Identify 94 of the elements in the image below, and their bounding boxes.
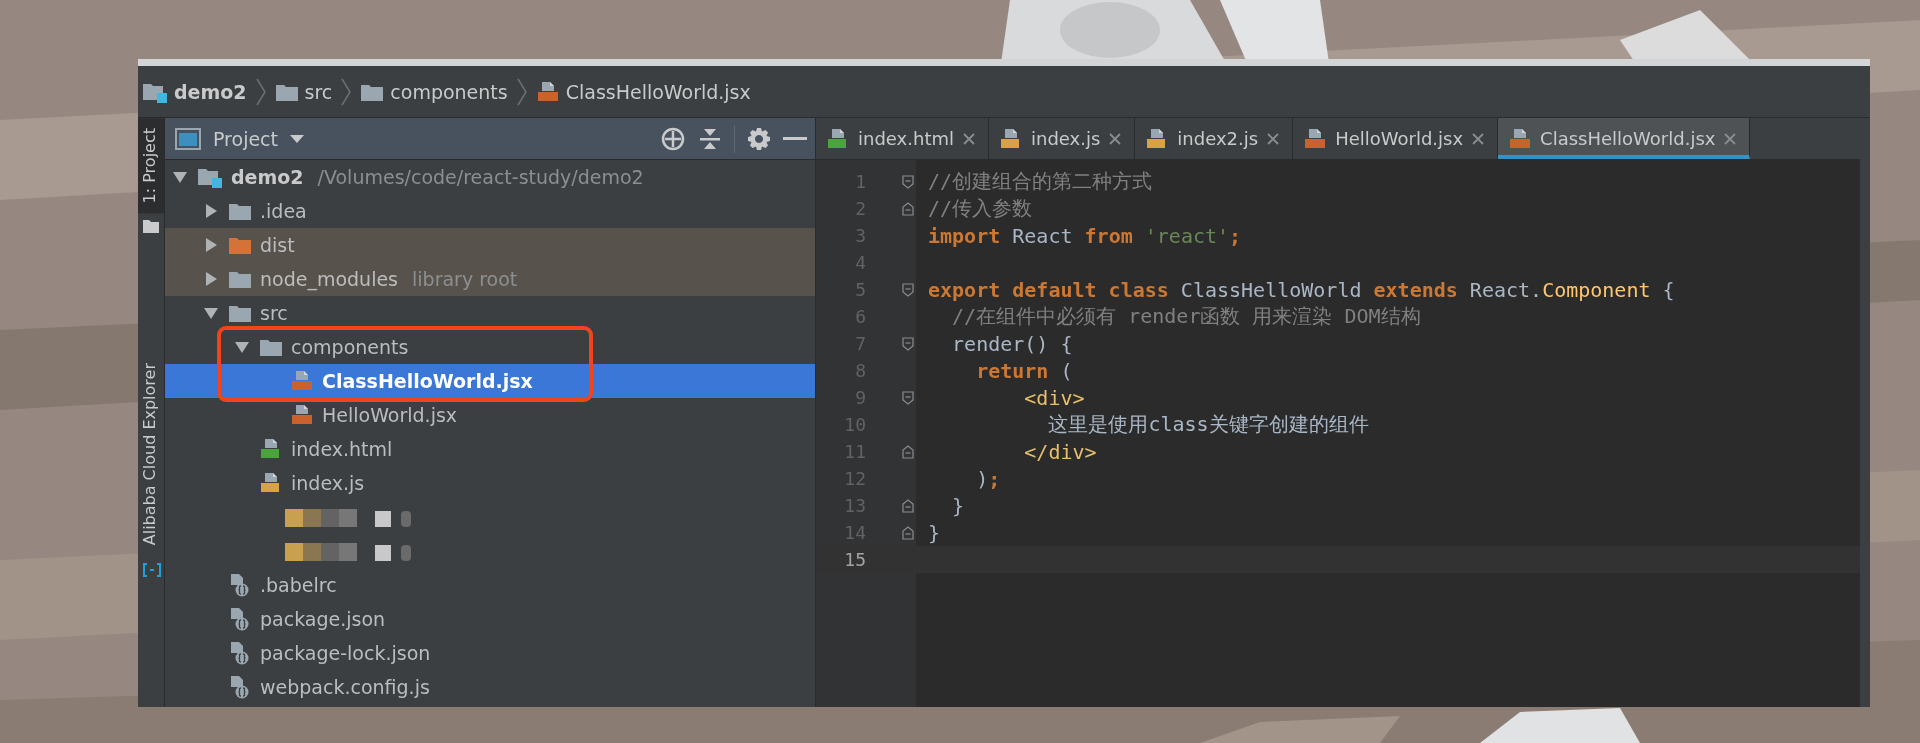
fold-marker-icon[interactable] bbox=[902, 282, 914, 297]
tree-row[interactable]: package.json bbox=[165, 602, 815, 636]
editor-tab[interactable]: index2.js bbox=[1135, 118, 1294, 159]
folder-icon bbox=[228, 235, 252, 255]
tree-row[interactable]: src bbox=[165, 296, 815, 330]
tree-row[interactable]: HelloWorld.jsx bbox=[165, 398, 815, 432]
tool-window-tab[interactable]: Alibaba Cloud Explorer bbox=[138, 353, 164, 556]
fold-marker-icon[interactable] bbox=[902, 201, 914, 216]
collapse-arrow-icon[interactable] bbox=[204, 203, 218, 219]
tree-row[interactable]: node_modules library root bbox=[165, 262, 815, 296]
tree-row[interactable]: demo2 /Volumes/code/react-study/demo2 bbox=[165, 160, 815, 194]
module-folder-icon bbox=[197, 166, 223, 188]
code-line: //创建组合的第二种方式 bbox=[927, 168, 1153, 195]
folder-icon bbox=[143, 219, 159, 234]
breadcrumb-item[interactable]: demo2 bbox=[174, 80, 247, 103]
folder-icon bbox=[259, 337, 283, 357]
code-line: </div> bbox=[1023, 439, 1097, 464]
file-name: .babelrc bbox=[260, 574, 337, 596]
code-line: export default class ClassHelloWorld extends React.Component { bbox=[927, 277, 1675, 302]
code-line: //传入参数 bbox=[927, 195, 1033, 222]
close-icon[interactable] bbox=[1108, 131, 1123, 146]
chevron-icon bbox=[254, 76, 267, 107]
file-name: index.js bbox=[291, 472, 365, 494]
expand-arrow-icon[interactable] bbox=[172, 170, 188, 184]
code-line: } bbox=[927, 520, 941, 545]
fold-marker-icon[interactable] bbox=[902, 336, 914, 351]
project-view-icon bbox=[175, 127, 201, 150]
tree-row[interactable]: index.html bbox=[165, 432, 815, 466]
close-icon[interactable] bbox=[961, 131, 976, 146]
fold-marker-icon[interactable] bbox=[902, 525, 914, 540]
tree-row[interactable]: webpack.config.js bbox=[165, 670, 815, 704]
tool-window-tab[interactable]: 1: Project bbox=[138, 118, 164, 214]
code-line: return ( bbox=[975, 358, 1073, 383]
file-name: node_modules bbox=[260, 268, 399, 290]
code-line: //在组件中必须有 render函数 用来渲染 DOM结构 bbox=[951, 303, 1421, 330]
file-name: components bbox=[291, 336, 409, 358]
collapse-arrow-icon[interactable] bbox=[204, 237, 218, 253]
tree-row[interactable]: index.js bbox=[165, 466, 815, 500]
dropdown-caret-icon[interactable] bbox=[290, 133, 304, 144]
file-name: ClassHelloWorld.jsx bbox=[322, 370, 533, 392]
tree-row[interactable]: dist bbox=[165, 228, 815, 262]
minimize-icon[interactable] bbox=[783, 136, 807, 141]
fold-marker-icon[interactable] bbox=[902, 390, 914, 405]
close-icon[interactable] bbox=[1723, 131, 1738, 146]
file-name: webpack.config.js bbox=[260, 676, 430, 698]
editor-tab[interactable]: ClassHelloWorld.jsx bbox=[1498, 118, 1751, 159]
jsx-file-icon bbox=[290, 404, 314, 426]
jsx-file-icon bbox=[290, 370, 314, 392]
file-name: package.json bbox=[260, 608, 386, 630]
path-hint: library root bbox=[412, 268, 518, 290]
jsx-file-icon bbox=[1303, 127, 1328, 150]
expand-arrow-icon[interactable] bbox=[203, 306, 219, 320]
jsx-file-icon bbox=[1508, 127, 1533, 150]
panel-title[interactable]: Project bbox=[213, 127, 278, 150]
file-name: package-lock.json bbox=[260, 642, 431, 664]
file-name: HelloWorld.jsx bbox=[322, 404, 458, 426]
code-line: <div> bbox=[1023, 385, 1085, 410]
fold-marker-icon[interactable] bbox=[902, 498, 914, 513]
crosshair-icon[interactable] bbox=[660, 125, 686, 152]
file-name: demo2 bbox=[231, 166, 304, 188]
file-name: src bbox=[260, 302, 288, 324]
breadcrumb-item[interactable]: src bbox=[304, 80, 333, 103]
collapse-all-icon[interactable] bbox=[698, 126, 722, 151]
jsx-file-icon bbox=[535, 80, 560, 103]
line-number: 15 bbox=[843, 549, 866, 570]
tree-row[interactable]: .babelrc bbox=[165, 568, 815, 602]
code-line: ); bbox=[975, 466, 1001, 491]
path-hint: /Volumes/code/react-study/demo2 bbox=[317, 166, 644, 188]
settings-icon[interactable] bbox=[747, 126, 771, 151]
close-icon[interactable] bbox=[1266, 131, 1281, 146]
fold-marker-icon[interactable] bbox=[902, 444, 914, 459]
code-line: 这里是使用class关键字创建的组件 bbox=[1047, 411, 1369, 438]
chevron-icon bbox=[340, 76, 353, 107]
fold-marker-icon[interactable] bbox=[902, 174, 914, 189]
editor-tab[interactable]: index.js bbox=[988, 118, 1136, 159]
folder-icon bbox=[228, 269, 252, 289]
collapse-arrow-icon[interactable] bbox=[204, 271, 218, 287]
file-name: index.html bbox=[291, 438, 393, 460]
code-line: } bbox=[951, 493, 965, 518]
code-line: import React from 'react'; bbox=[927, 223, 1242, 248]
close-icon[interactable] bbox=[1471, 131, 1486, 146]
code-line: render() { bbox=[951, 331, 1073, 356]
chevron-icon bbox=[515, 76, 528, 107]
folder-icon bbox=[228, 303, 252, 323]
editor-tab[interactable]: index.html bbox=[816, 118, 989, 159]
file-name: .idea bbox=[260, 200, 307, 222]
breadcrumb-item[interactable]: ClassHelloWorld.jsx bbox=[565, 80, 751, 103]
expand-arrow-icon[interactable] bbox=[234, 340, 250, 354]
editor-tab[interactable]: HelloWorld.jsx bbox=[1293, 118, 1499, 159]
tree-row[interactable]: package-lock.json bbox=[165, 636, 815, 670]
tree-row[interactable]: ClassHelloWorld.jsx bbox=[165, 364, 815, 398]
file-name: dist bbox=[260, 234, 295, 256]
tree-row[interactable]: .idea bbox=[165, 194, 815, 228]
breadcrumb-item[interactable]: components bbox=[390, 80, 508, 103]
